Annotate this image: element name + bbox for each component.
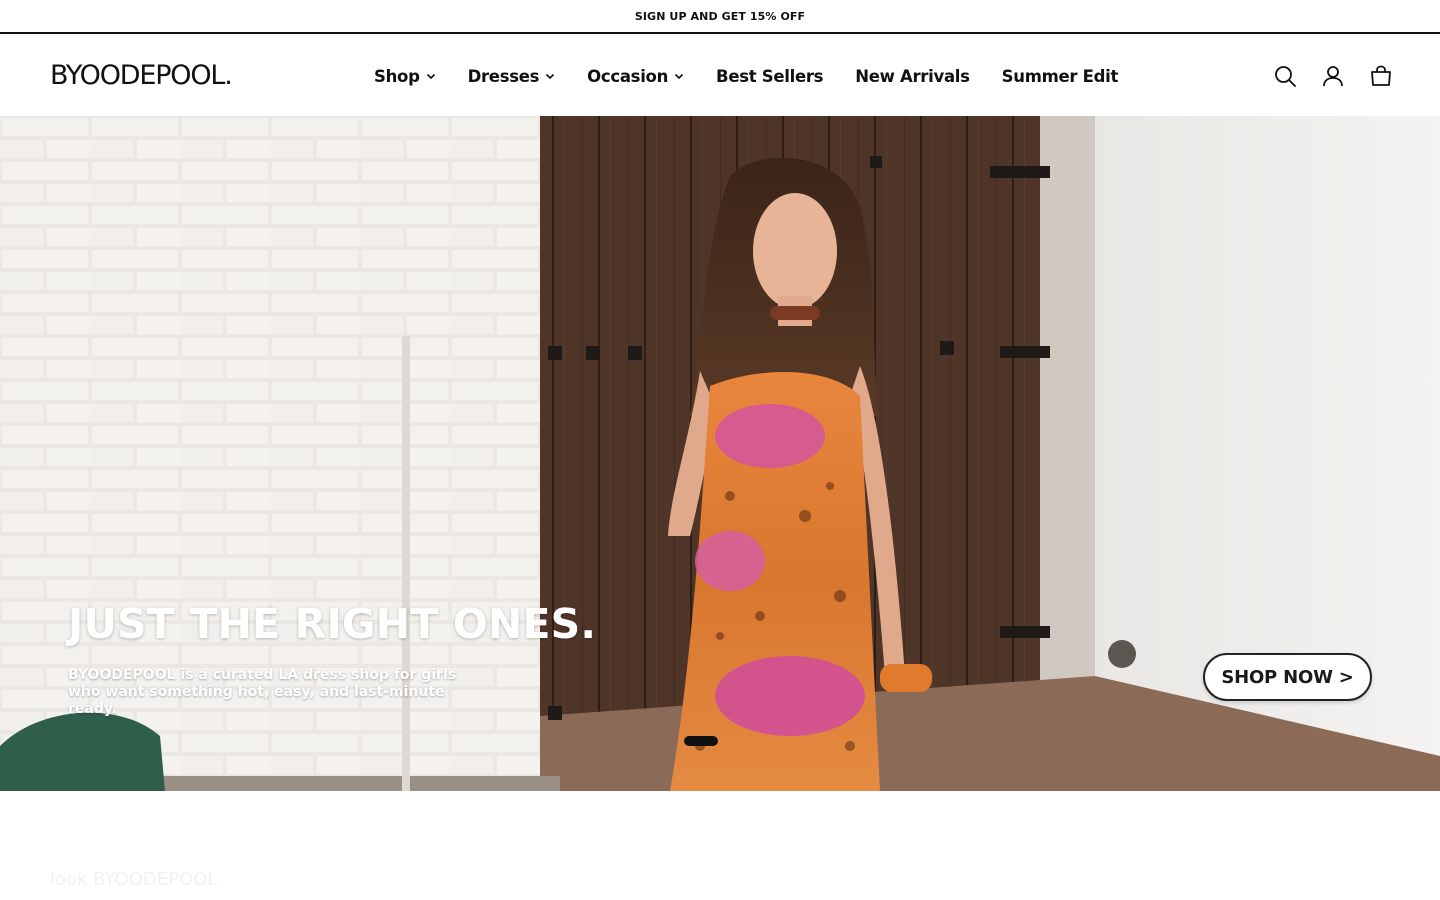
hero-title: JUST THE RIGHT ONES. [68, 600, 597, 648]
account-icon [1323, 66, 1343, 87]
nav-item-best-sellers[interactable]: Best Sellers [716, 67, 823, 86]
hero-banner[interactable]: JUST THE RIGHT ONES. BYOODEPOOL is a cur… [0, 116, 1440, 791]
nav-item-label: Summer Edit [1001, 66, 1119, 86]
nav-item-label: Shop [374, 66, 420, 86]
nav-item-new-arrivals[interactable]: New Arrivals [855, 66, 970, 86]
nav-item-label: Best Sellers [716, 66, 824, 86]
hero-subtitle: BYOODEPOOL is a curated LA dress shop fo… [68, 667, 457, 717]
chevron-down-icon [426, 71, 436, 81]
chevron-down-icon [545, 71, 555, 81]
chevron-down-icon [674, 71, 684, 81]
cart-button[interactable] [1368, 63, 1394, 89]
below-hero-section: look BYOODEPOOL [0, 791, 1440, 900]
nav-item-summer-edit[interactable]: Summer Edit [1001, 66, 1119, 86]
slideshow-dots [684, 736, 718, 746]
cart-icon [1371, 65, 1391, 86]
nav-item-occasion[interactable]: Occasion [587, 67, 684, 86]
section-heading: look BYOODEPOOL [50, 869, 218, 890]
shop-now-button[interactable]: SHOP NOW > [1203, 653, 1372, 701]
account-button[interactable] [1320, 63, 1346, 89]
search-button[interactable] [1272, 63, 1298, 89]
site-header: BYOODEPOOL. Shop Dresses Occasion Best S… [0, 36, 1440, 116]
announcement-bar: SIGN UP AND GET 15% OFF [0, 0, 1440, 34]
slide-dot-active[interactable] [684, 736, 718, 746]
nav-item-label: Occasion [587, 66, 669, 86]
nav-item-label: New Arrivals [855, 66, 970, 86]
announcement-link[interactable]: SIGN UP AND GET 15% OFF [635, 10, 805, 23]
site-logo[interactable]: BYOODEPOOL. [50, 60, 233, 92]
header-icons [1250, 62, 1394, 90]
nav-item-dresses[interactable]: Dresses [468, 67, 556, 86]
nav-item-label: Dresses [467, 66, 540, 86]
search-icon [1275, 66, 1296, 87]
main-nav: Shop Dresses Occasion Best Sellers New A… [374, 62, 1118, 90]
nav-item-shop[interactable]: Shop [374, 67, 436, 86]
